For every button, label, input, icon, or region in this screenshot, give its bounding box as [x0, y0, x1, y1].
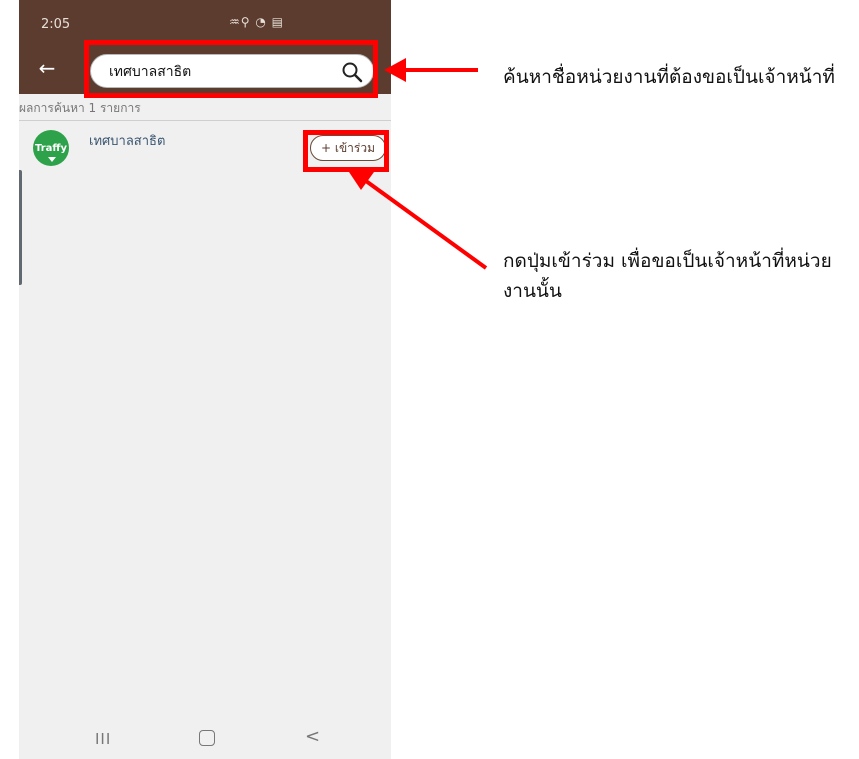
- search-highlight-box: [84, 40, 378, 98]
- nav-back-icon[interactable]: <: [305, 726, 320, 747]
- recent-apps-icon[interactable]: III: [95, 730, 111, 748]
- divider: [19, 120, 391, 121]
- back-arrow-icon[interactable]: ←: [35, 56, 59, 80]
- system-nav-bar: III <: [19, 718, 391, 759]
- home-icon[interactable]: [199, 730, 215, 746]
- search-annotation: ค้นหาชื่อหน่วยงานที่ต้องขอเป็นเจ้าหน้าที…: [503, 66, 835, 88]
- scroll-indicator[interactable]: [19, 170, 22, 285]
- result-count: ผลการค้นหา 1 รายการ: [19, 101, 141, 115]
- status-icons: ♒⚲ ◔ ▤: [229, 15, 284, 29]
- organization-name: เทศบาลสาธิต: [89, 134, 166, 149]
- traffy-logo-icon: Traffy: [33, 130, 69, 166]
- phone-screen: 2:05 ♒⚲ ◔ ▤ ← ผลการค้นหา 1 รายการ Traffy…: [19, 0, 391, 759]
- status-time: 2:05: [41, 17, 71, 32]
- join-annotation: กดปุ่มเข้าร่วม เพื่อขอเป็นเจ้าหน้าที่หน่…: [503, 250, 832, 302]
- join-highlight-box: [303, 130, 389, 172]
